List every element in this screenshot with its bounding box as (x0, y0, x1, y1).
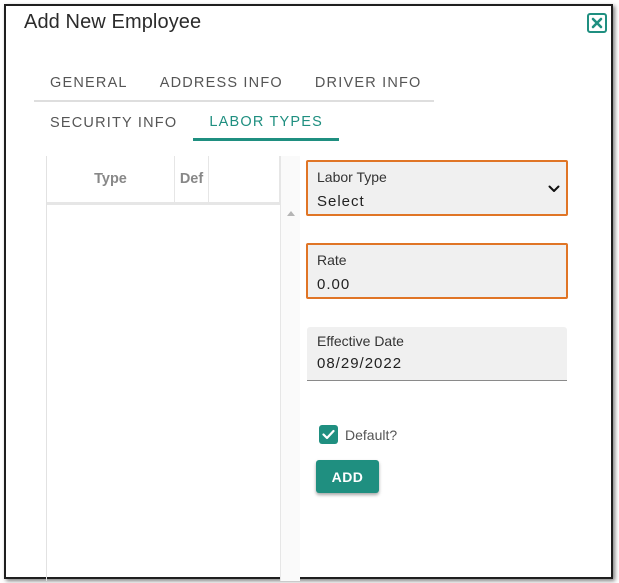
tab-general[interactable]: GENERAL (34, 66, 144, 100)
chevron-down-icon (548, 185, 560, 192)
effective-date-label: Effective Date (317, 333, 404, 349)
tab-bar-row-2: SECURITY INFO LABOR TYPES (34, 105, 344, 141)
column-header-type[interactable]: Type (47, 156, 175, 202)
rate-label: Rate (317, 252, 347, 268)
checkmark-icon (322, 429, 335, 440)
grid-header: Type Def (47, 156, 280, 205)
tab-bar-row-1: GENERAL ADDRESS INFO DRIVER INFO (34, 66, 434, 102)
labor-type-select[interactable]: Labor Type Select (306, 160, 568, 216)
effective-date-field[interactable]: Effective Date 08/29/2022 (307, 327, 567, 381)
default-checkbox[interactable] (319, 425, 338, 444)
labor-type-value: Select (317, 193, 365, 210)
tab-address-info[interactable]: ADDRESS INFO (144, 66, 299, 100)
labor-types-grid: Type Def (46, 156, 300, 581)
add-button[interactable]: ADD (316, 460, 379, 493)
add-employee-dialog: Add New Employee GENERAL ADDRESS INFO DR… (4, 4, 613, 581)
labor-type-label: Labor Type (317, 169, 387, 185)
rate-value: 0.00 (317, 276, 351, 293)
default-checkbox-row[interactable]: Default? (319, 425, 397, 444)
column-header-def[interactable]: Def (175, 156, 209, 202)
close-x-icon (591, 17, 603, 29)
dialog-title: Add New Employee (24, 11, 202, 33)
default-checkbox-label: Default? (345, 426, 398, 443)
grid-scrollbar[interactable] (280, 156, 300, 581)
effective-date-value: 08/29/2022 (317, 355, 403, 372)
tab-security-info[interactable]: SECURITY INFO (34, 105, 193, 141)
close-button[interactable] (587, 13, 607, 33)
rate-field[interactable]: Rate 0.00 (306, 243, 568, 299)
scroll-up-arrow-icon[interactable] (287, 211, 295, 216)
column-header-blank (209, 156, 280, 202)
tab-labor-types[interactable]: LABOR TYPES (193, 105, 339, 141)
tab-driver-info[interactable]: DRIVER INFO (299, 66, 438, 100)
